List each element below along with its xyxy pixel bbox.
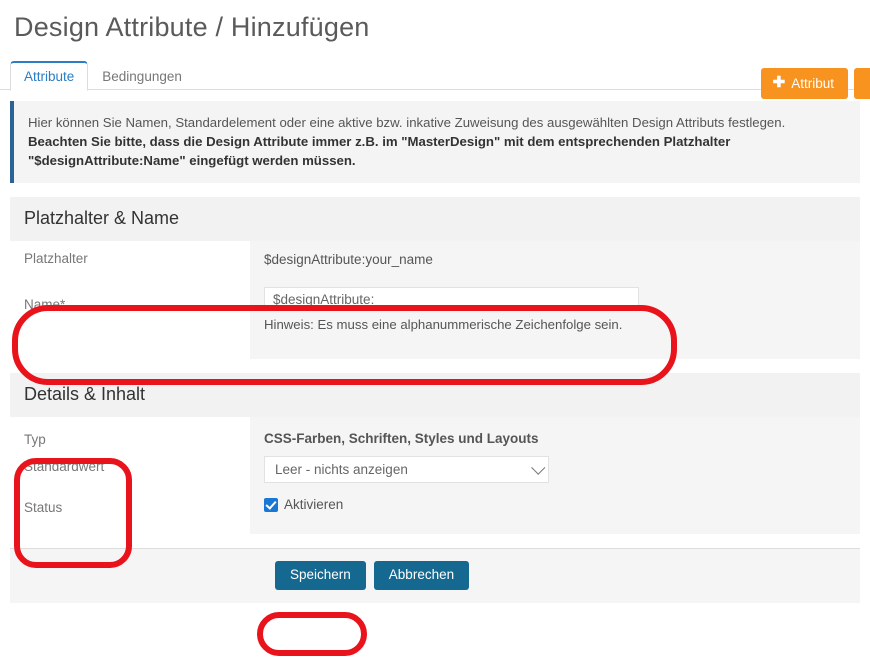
tab-attribute-label: Attribute (24, 68, 75, 84)
save-button[interactable]: Speichern (275, 561, 366, 590)
field-name: Hinweis: Es muss eine alphanummerische Z… (250, 277, 860, 359)
aktivieren-checkbox[interactable] (264, 497, 278, 512)
aktivieren-label: Aktivieren (284, 497, 344, 512)
annotation-save-button-highlight (257, 612, 367, 656)
secondary-action-button[interactable] (854, 68, 870, 99)
name-hint: Hinweis: Es muss eine alphanummerische Z… (264, 317, 623, 332)
add-attribute-label: Attribut (791, 75, 834, 91)
chevron-down-icon (531, 460, 546, 475)
tab-bedingungen-label: Bedingungen (102, 68, 182, 84)
field-placeholder: $designAttribute:your_name (250, 241, 860, 277)
tab-bedingungen[interactable]: Bedingungen (88, 61, 196, 91)
info-banner: Hier können Sie Namen, Standardelement o… (10, 101, 860, 183)
section-header-details-content: Details & Inhalt (10, 373, 860, 417)
top-action-buttons: ✚ Attribut (760, 68, 870, 99)
footer-bar: Speichern Abbrechen (10, 549, 860, 603)
plus-icon: ✚ (772, 74, 786, 91)
label-typ: Typ (24, 432, 46, 447)
tab-attribute[interactable]: Attribute (10, 61, 89, 91)
form-row-placeholder: Platzhalter $designAttribute:your_name (10, 241, 860, 277)
add-attribute-button[interactable]: ✚ Attribut (760, 68, 848, 99)
label-status: Status (24, 500, 63, 515)
section-header-placeholder-name: Platzhalter & Name (10, 197, 860, 241)
cancel-button[interactable]: Abbrechen (373, 561, 470, 590)
tab-list: Attribute Bedingungen (10, 60, 870, 91)
placeholder-value: $designAttribute:your_name (264, 252, 433, 267)
status-checkbox-row: Aktivieren (264, 497, 846, 512)
details-label-column: Typ Standardwert Status (10, 417, 250, 534)
name-input[interactable] (264, 287, 639, 311)
label-standardwert: Standardwert (24, 459, 105, 474)
details-field-column: CSS-Farben, Schriften, Styles und Layout… (250, 417, 860, 534)
form-placeholder-name: Platzhalter $designAttribute:your_name N… (10, 241, 860, 359)
label-name: Name* (24, 297, 66, 312)
tab-strip: Attribute Bedingungen (0, 60, 870, 91)
standardwert-select-value: Leer - nichts anzeigen (275, 462, 408, 477)
form-details-content: Typ Standardwert Status CSS-Farben, Schr… (10, 417, 860, 534)
standardwert-select[interactable]: Leer - nichts anzeigen (264, 456, 549, 483)
banner-line-2: Beachten Sie bitte, dass die Design Attr… (28, 134, 731, 149)
field-group-title-css: CSS-Farben, Schriften, Styles und Layout… (264, 431, 539, 446)
label-placeholder: Platzhalter (24, 251, 88, 266)
form-row-name: Name* Hinweis: Es muss eine alphanummeri… (10, 277, 860, 359)
banner-line-1: Hier können Sie Namen, Standardelement o… (28, 115, 786, 130)
banner-line-3: "$designAttribute:Name" eingefügt werden… (28, 153, 356, 168)
page-title: Design Attribute / Hinzufügen (14, 12, 370, 42)
